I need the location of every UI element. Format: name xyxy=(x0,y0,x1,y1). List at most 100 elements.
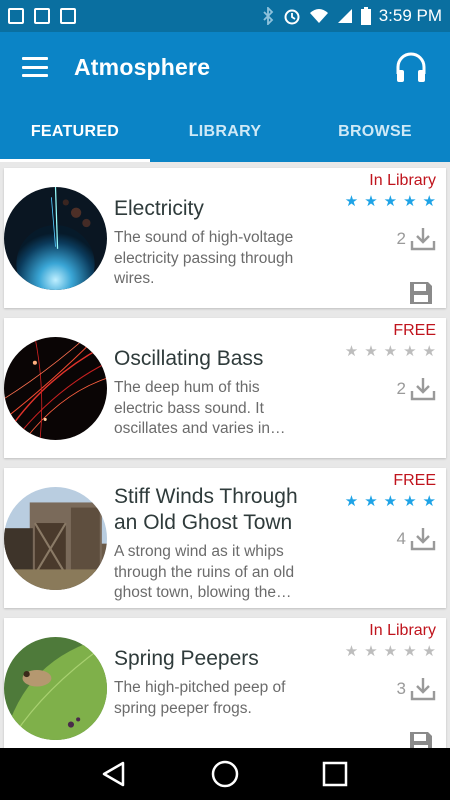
rating-star-icon: ★ xyxy=(344,343,359,360)
rating-star-icon: ★ xyxy=(403,493,417,510)
sound-text: Stiff Winds Through an Old Ghost Town A s… xyxy=(114,484,326,604)
app-title: Atmosphere xyxy=(74,53,211,80)
menu-icon[interactable] xyxy=(22,57,48,77)
download-count: 3 xyxy=(396,679,406,698)
rating-star-icon: ★ xyxy=(422,193,436,210)
sound-description: The deep hum of this electric bass sound.… xyxy=(114,378,326,440)
download-icon[interactable] xyxy=(410,226,436,252)
rating-stars: ★ ★ ★ ★ ★ xyxy=(345,494,436,510)
back-icon[interactable] xyxy=(99,758,131,790)
download-button[interactable]: 2 xyxy=(397,376,436,402)
sound-title: Spring Peepers xyxy=(114,646,326,672)
sound-list: Electricity The sound of high-voltage ele… xyxy=(0,162,450,748)
rating-star-icon: ★ xyxy=(403,343,417,360)
tab-library[interactable]: LIBRARY xyxy=(150,102,300,162)
sound-text: Spring Peepers The high-pitched peep of s… xyxy=(114,646,326,719)
sound-desc-line: The deep hum of this xyxy=(114,379,260,396)
sound-title-line: Oscillating Bass xyxy=(114,347,264,370)
navigation-bar xyxy=(0,748,450,800)
rating-star-icon: ★ xyxy=(383,343,398,360)
sound-description: A strong wind as it whips through the rui… xyxy=(114,542,326,604)
rating-star-icon: ★ xyxy=(344,493,359,510)
sound-title: Electricity xyxy=(114,196,326,222)
home-icon[interactable] xyxy=(209,758,241,790)
sound-desc-line: through the ruins of an old xyxy=(114,563,295,581)
download-count: 2 xyxy=(396,229,406,248)
download-count: 4 xyxy=(396,529,406,548)
bluetooth-icon xyxy=(263,7,273,25)
tab-featured[interactable]: FEATURED xyxy=(0,102,150,162)
sound-thumbnail xyxy=(4,637,107,740)
sound-card[interactable]: Stiff Winds Through an Old Ghost Town A s… xyxy=(4,468,446,608)
rating-star-icon: ★ xyxy=(364,343,378,360)
sound-title: Oscillating Bass xyxy=(114,346,326,372)
rating-star-icon: ★ xyxy=(422,643,436,660)
system-icons: 3:59 PM xyxy=(261,6,442,26)
rating-star-icon: ★ xyxy=(422,343,436,360)
calculator-icon xyxy=(34,8,50,24)
sound-thumbnail xyxy=(4,487,107,590)
sound-desc-line: spring peeper frogs. xyxy=(114,699,252,717)
status-bar: 3:59 PM xyxy=(0,0,450,32)
sound-description: The high-pitched peep of spring peeper fr… xyxy=(114,678,326,719)
sound-desc-line: wires. xyxy=(114,270,155,287)
download-icon[interactable] xyxy=(410,676,436,702)
rating-star-icon: ★ xyxy=(422,493,436,510)
rating-star-icon: ★ xyxy=(364,643,378,660)
sound-desc-line: electric bass sound. It xyxy=(114,399,264,417)
rating-star-icon: ★ xyxy=(403,643,417,660)
save-icon[interactable] xyxy=(408,280,434,306)
sound-text: Electricity The sound of high-voltage ele… xyxy=(114,196,326,290)
signal-icon xyxy=(337,9,352,23)
status-badge: FREE xyxy=(393,322,436,339)
sound-title-line: Stiff Winds Through xyxy=(114,485,298,508)
tab-browse[interactable]: BROWSE xyxy=(300,102,450,162)
clipboard-icon xyxy=(60,8,76,24)
sound-description: The sound of high-voltage electricity pas… xyxy=(114,228,326,290)
status-badge: In Library xyxy=(369,172,436,189)
rating-star-icon: ★ xyxy=(364,493,378,510)
rating-star-icon: ★ xyxy=(403,193,417,210)
sound-title: Stiff Winds Through an Old Ghost Town xyxy=(114,484,326,536)
image-icon xyxy=(8,8,24,24)
sound-title-line: an Old Ghost Town xyxy=(114,511,293,534)
battery-icon xyxy=(360,7,371,25)
sound-title-line: Spring Peepers xyxy=(114,647,259,670)
rating-star-icon: ★ xyxy=(344,193,359,210)
sound-thumbnail xyxy=(4,337,107,440)
sound-desc-line: electricity passing through xyxy=(114,249,294,267)
sound-card[interactable]: Spring Peepers The high-pitched peep of s… xyxy=(4,618,446,748)
recents-icon[interactable] xyxy=(319,758,351,790)
sound-desc-line: The sound of high-voltage xyxy=(114,229,294,246)
download-button[interactable]: 3 xyxy=(397,676,436,702)
download-count: 2 xyxy=(396,379,406,398)
sound-desc-line: The high-pitched peep of xyxy=(114,679,286,696)
save-icon[interactable] xyxy=(408,730,434,748)
rating-star-icon: ★ xyxy=(344,643,359,660)
rating-stars: ★ ★ ★ ★ ★ xyxy=(345,644,436,660)
sound-title-line: Electricity xyxy=(114,197,204,220)
download-icon[interactable] xyxy=(410,376,436,402)
sound-desc-line: A strong wind as it whips xyxy=(114,543,284,560)
sound-card[interactable]: Electricity The sound of high-voltage ele… xyxy=(4,168,446,308)
rating-stars: ★ ★ ★ ★ ★ xyxy=(345,344,436,360)
sound-card[interactable]: Oscillating Bass The deep hum of this ele… xyxy=(4,318,446,458)
alarm-icon xyxy=(284,9,300,25)
status-badge: In Library xyxy=(369,622,436,639)
headphones-icon[interactable] xyxy=(394,50,428,84)
sound-desc-line: oscillates and varies in… xyxy=(114,420,286,437)
notification-icons xyxy=(8,8,76,24)
sound-thumbnail xyxy=(4,187,107,290)
app-bar: Atmosphere FEATURED LIBRARY BROWSE xyxy=(0,32,450,162)
sound-desc-line: ghost town, blowing the… xyxy=(114,584,292,601)
rating-star-icon: ★ xyxy=(383,193,398,210)
rating-star-icon: ★ xyxy=(383,493,398,510)
download-button[interactable]: 4 xyxy=(397,526,436,552)
rating-star-icon: ★ xyxy=(383,643,398,660)
sound-text: Oscillating Bass The deep hum of this ele… xyxy=(114,346,326,440)
toolbar: Atmosphere xyxy=(0,32,450,102)
status-badge: FREE xyxy=(393,472,436,489)
download-button[interactable]: 2 xyxy=(397,226,436,252)
rating-stars: ★ ★ ★ ★ ★ xyxy=(345,194,436,210)
download-icon[interactable] xyxy=(410,526,436,552)
